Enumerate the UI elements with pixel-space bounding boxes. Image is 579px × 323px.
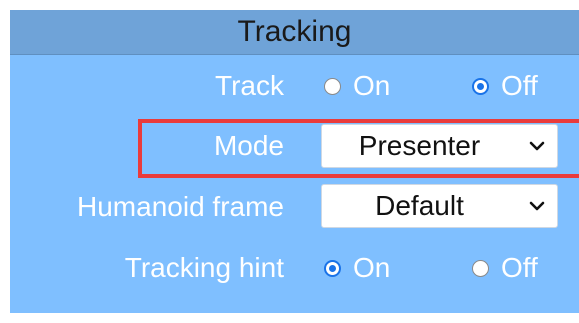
humanoid-frame-select[interactable]: Default [321, 184, 558, 228]
mode-select-value: Presenter [358, 130, 481, 161]
tracking-hint-label: Tracking hint [124, 252, 284, 283]
radio-checked-icon [472, 77, 489, 95]
tracking-hint-on-radio[interactable]: On [324, 252, 390, 284]
track-off-label: Off [501, 70, 538, 101]
mode-select[interactable]: Presenter [321, 124, 558, 168]
track-label: Track [215, 70, 284, 101]
humanoid-frame-label: Humanoid frame [77, 191, 284, 222]
tracking-hint-on-label: On [353, 252, 391, 283]
track-on-radio[interactable]: On [324, 70, 390, 102]
humanoid-frame-select-value: Default [375, 190, 464, 221]
track-off-radio[interactable]: Off [472, 70, 538, 102]
radio-unchecked-icon [324, 77, 341, 95]
track-on-label: On [353, 70, 391, 101]
mode-label: Mode [213, 130, 284, 161]
tracking-hint-off-radio[interactable]: Off [472, 252, 538, 284]
chevron-down-icon [529, 201, 545, 211]
panel-title: Tracking [10, 10, 579, 55]
radio-unchecked-icon [472, 259, 489, 277]
tracking-hint-off-label: Off [501, 252, 538, 283]
chevron-down-icon [529, 141, 545, 151]
radio-checked-icon [324, 259, 341, 277]
